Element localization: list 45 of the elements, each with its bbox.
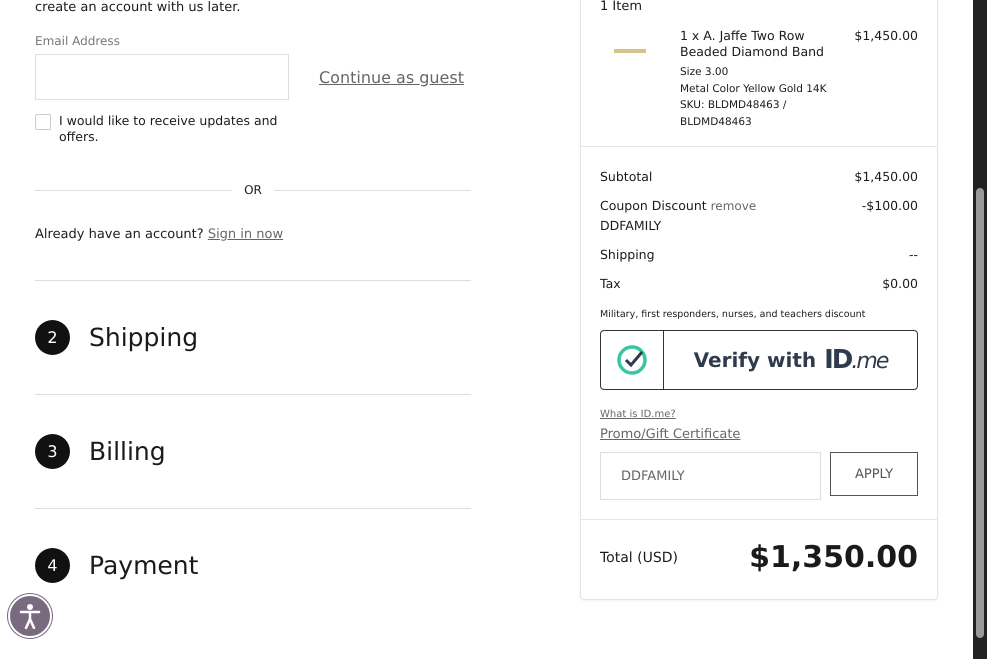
what-is-idme-link[interactable]: What is ID.me? (600, 409, 676, 420)
step-title[interactable]: Payment (89, 551, 198, 580)
summary-label: Tax (600, 276, 621, 291)
total-amount: $1,350.00 (749, 540, 918, 575)
summary-value: -- (908, 246, 918, 264)
accessibility-button[interactable] (8, 594, 52, 638)
intro-text: create an account with us later. (35, 0, 242, 16)
scrollbar-thumb[interactable] (976, 188, 984, 638)
updates-checkbox[interactable] (35, 114, 51, 130)
summary-value: $0.00 (882, 275, 918, 293)
coupon-code: DDFAMILY (600, 217, 662, 235)
item-price: $1,450.00 (854, 28, 918, 45)
step-number: 3 (35, 434, 70, 469)
step-number: 4 (35, 548, 70, 583)
discount-note: Military, first responders, nurses, and teachers discount (600, 309, 866, 320)
item-detail: Size 3.00 (680, 65, 730, 80)
promo-code-field[interactable]: DDFAMILY (600, 452, 821, 500)
updates-label: I would like to receive updates and offers. (59, 113, 278, 145)
sign-in-prompt: Already have an account? (35, 227, 205, 242)
verify-button[interactable]: Verify with ID.me (600, 330, 918, 390)
total-label: Total (USD) (600, 550, 678, 566)
item-detail: SKU: BLDMD48463 / BLDMD48463 (680, 98, 788, 130)
item-detail: Metal Color Yellow Gold 14K (680, 82, 828, 96)
item-name: 1 x A. Jaffe Two Row Beaded Diamond Band (680, 28, 825, 60)
apply-button[interactable]: APPLY (830, 452, 918, 496)
summary-value: $1,450.00 (854, 168, 918, 186)
summary-value: -$100.00 (862, 197, 918, 215)
continue-as-guest-link[interactable]: Continue as guest (319, 68, 464, 86)
summary-label: Shipping (600, 247, 655, 262)
remove-link[interactable]: remove (710, 199, 756, 213)
summary-label: Coupon Discount (600, 198, 707, 213)
step-title[interactable]: Shipping (89, 323, 198, 352)
email-label: Email Address (35, 34, 121, 48)
ring-thumbnail (614, 49, 646, 53)
accessibility-icon (19, 603, 41, 629)
email-field[interactable] (35, 54, 289, 100)
check-circle-icon (615, 343, 649, 377)
step-number: 2 (35, 320, 70, 355)
step-title[interactable]: Billing (89, 437, 166, 466)
or-divider-text: OR (244, 183, 262, 197)
sign-in-link[interactable]: Sign in now (208, 227, 284, 242)
promo-link[interactable]: Promo/Gift Certificate (600, 427, 740, 442)
item-count: 1 Item (599, 0, 643, 14)
summary-label: Subtotal (600, 169, 652, 184)
scrollbar[interactable] (973, 0, 987, 659)
